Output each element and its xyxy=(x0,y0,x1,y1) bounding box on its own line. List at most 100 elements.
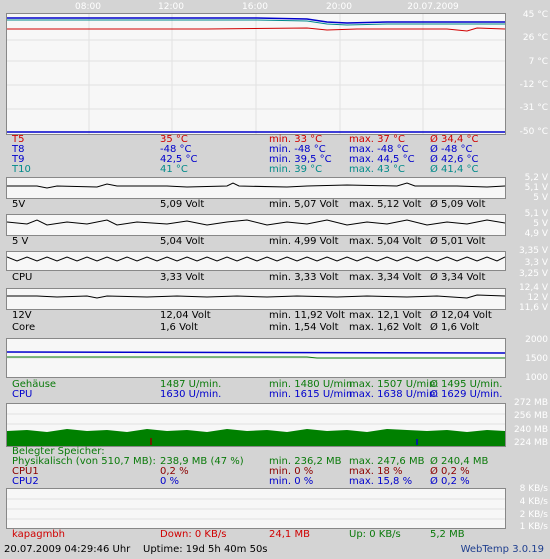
scale-label: 4,9 V xyxy=(524,229,548,239)
volt-max: max. 5,04 Volt xyxy=(349,236,422,247)
scale-label: 3,25 V xyxy=(518,269,548,279)
footer-uptime: Uptime: 19d 5h 40m 50s xyxy=(143,544,268,555)
fan-avg: Ø 1629 U/min. xyxy=(430,389,503,400)
voltage-panel-cpu xyxy=(6,251,506,271)
volt-min: min. 3,33 Volt xyxy=(269,272,339,283)
scale-label: 11,6 V xyxy=(518,303,548,313)
volt-avg: Ø 1,6 Volt xyxy=(430,322,480,333)
volt-max: max. 3,34 Volt xyxy=(349,272,422,283)
mem-current: 0 % xyxy=(160,476,180,487)
scale-label: 3,35 V xyxy=(518,246,548,256)
scale-label: 2 KB/s xyxy=(519,510,548,520)
fan-cpu-line xyxy=(7,351,505,354)
status-footer: 20.07.2009 04:29:46 Uhr Uptime: 19d 5h 4… xyxy=(0,542,550,559)
temp-min: min. 39 °C xyxy=(269,164,323,175)
scale-label: 272 MB xyxy=(514,398,548,408)
scale-label: 7 °C xyxy=(528,57,548,67)
scale-label: 1500 xyxy=(525,354,548,364)
scale-label: 5 V xyxy=(533,219,548,229)
volt-name: 5V xyxy=(12,199,26,210)
memory-area xyxy=(7,429,505,446)
scale-label: 12,4 V xyxy=(518,283,548,293)
scale-label: 1 KB/s xyxy=(519,522,548,532)
fan-chart xyxy=(7,351,505,359)
memory-panel xyxy=(6,403,506,447)
scale-label: 1000 xyxy=(525,373,548,383)
scale-label: 4 KB/s xyxy=(519,497,548,507)
mem-min: min. 0 % xyxy=(269,476,314,487)
volt-min: min. 11,92 Volt xyxy=(269,310,345,321)
network-down: Down: 0 KB/s xyxy=(160,529,227,540)
scale-label: 3,3 V xyxy=(524,258,548,268)
scale-label: 2000 xyxy=(525,335,548,345)
fan-panel xyxy=(6,338,506,378)
volt-max: max. 1,62 Volt xyxy=(349,322,422,333)
fan-min: min. 1615 U/min. xyxy=(269,389,356,400)
scale-label: 5 V xyxy=(533,193,548,203)
scale-label: 240 MB xyxy=(514,425,548,435)
voltage-chart xyxy=(7,294,505,299)
fan-max: max. 1638 U/min. xyxy=(349,389,439,400)
voltage-panel-5v-2 xyxy=(6,214,506,236)
volt-current: 5,09 Volt xyxy=(160,199,205,210)
volt-max: max. 12,1 Volt xyxy=(349,310,422,321)
volt-current: 5,04 Volt xyxy=(160,236,205,247)
voltage-panel-5v xyxy=(6,177,506,199)
voltage-chart xyxy=(7,219,505,226)
scale-label: 26 °C xyxy=(522,33,548,43)
scale-label: 224 MB xyxy=(514,438,548,448)
memory-chart xyxy=(7,413,505,446)
volt-min: min. 1,54 Volt xyxy=(269,322,339,333)
scale-label: 45 °C xyxy=(522,10,548,20)
volt-avg: Ø 5,09 Volt xyxy=(430,199,486,210)
volt-avg: Ø 12,04 Volt xyxy=(430,310,492,321)
volt-avg: Ø 3,34 Volt xyxy=(430,272,486,283)
voltage-chart xyxy=(7,256,505,262)
volt-name: CPU xyxy=(12,272,33,283)
volt-max: max. 5,12 Volt xyxy=(349,199,422,210)
mem-max: max. 15,8 % xyxy=(349,476,413,487)
temp-name: T10 xyxy=(12,164,31,175)
footer-version[interactable]: WebTemp 3.0.19 xyxy=(461,544,544,555)
footer-datetime: 20.07.2009 04:29:46 Uhr xyxy=(4,544,131,555)
volt-min: min. 4,99 Volt xyxy=(269,236,339,247)
network-host: kapagmbh xyxy=(12,529,65,540)
network-chart xyxy=(7,498,505,520)
scale-label: 5,1 V xyxy=(524,183,548,193)
network-up-total: 5,2 MB xyxy=(430,529,465,540)
time-label: 12:00 xyxy=(158,2,184,12)
fan-name: CPU xyxy=(12,389,33,400)
scale-label: -50 °C xyxy=(519,127,548,137)
fan-current: 1630 U/min. xyxy=(160,389,222,400)
scale-label: 12 V xyxy=(527,293,548,303)
volt-min: min. 5,07 Volt xyxy=(269,199,339,210)
volt-name: Core xyxy=(12,322,36,333)
temp-avg: Ø 41,4 °C xyxy=(430,164,479,175)
volt-name: 5 V xyxy=(12,236,29,247)
scale-label: 5,1 V xyxy=(524,209,548,219)
temperature-chart xyxy=(7,14,505,134)
volt-current: 3,33 Volt xyxy=(160,272,205,283)
time-label: 08:00 xyxy=(75,2,101,12)
time-label: 16:00 xyxy=(242,2,268,12)
network-down-total: 24,1 MB xyxy=(269,529,310,540)
scale-label: 5,2 V xyxy=(524,173,548,183)
temp-current: 41 °C xyxy=(160,164,188,175)
volt-avg: Ø 5,01 Volt xyxy=(430,236,486,247)
network-up: Up: 0 KB/s xyxy=(349,529,401,540)
scale-label: -12 °C xyxy=(519,80,548,90)
voltage-chart xyxy=(7,182,505,189)
scale-label: -31 °C xyxy=(519,103,548,113)
volt-name: 12V xyxy=(12,310,32,321)
voltage-panel-12v xyxy=(6,288,506,310)
scale-label: 256 MB xyxy=(514,411,548,421)
volt-current: 12,04 Volt xyxy=(160,310,211,321)
temperature-panel xyxy=(6,13,506,135)
temp-max: max. 43 °C xyxy=(349,164,406,175)
volt-current: 1,6 Volt xyxy=(160,322,198,333)
network-panel xyxy=(6,488,506,529)
time-label: 20.07.2009 xyxy=(407,2,459,12)
mem-name: CPU2 xyxy=(12,476,39,487)
scale-label: 8 KB/s xyxy=(519,484,548,494)
mem-avg: Ø 0,2 % xyxy=(430,476,470,487)
